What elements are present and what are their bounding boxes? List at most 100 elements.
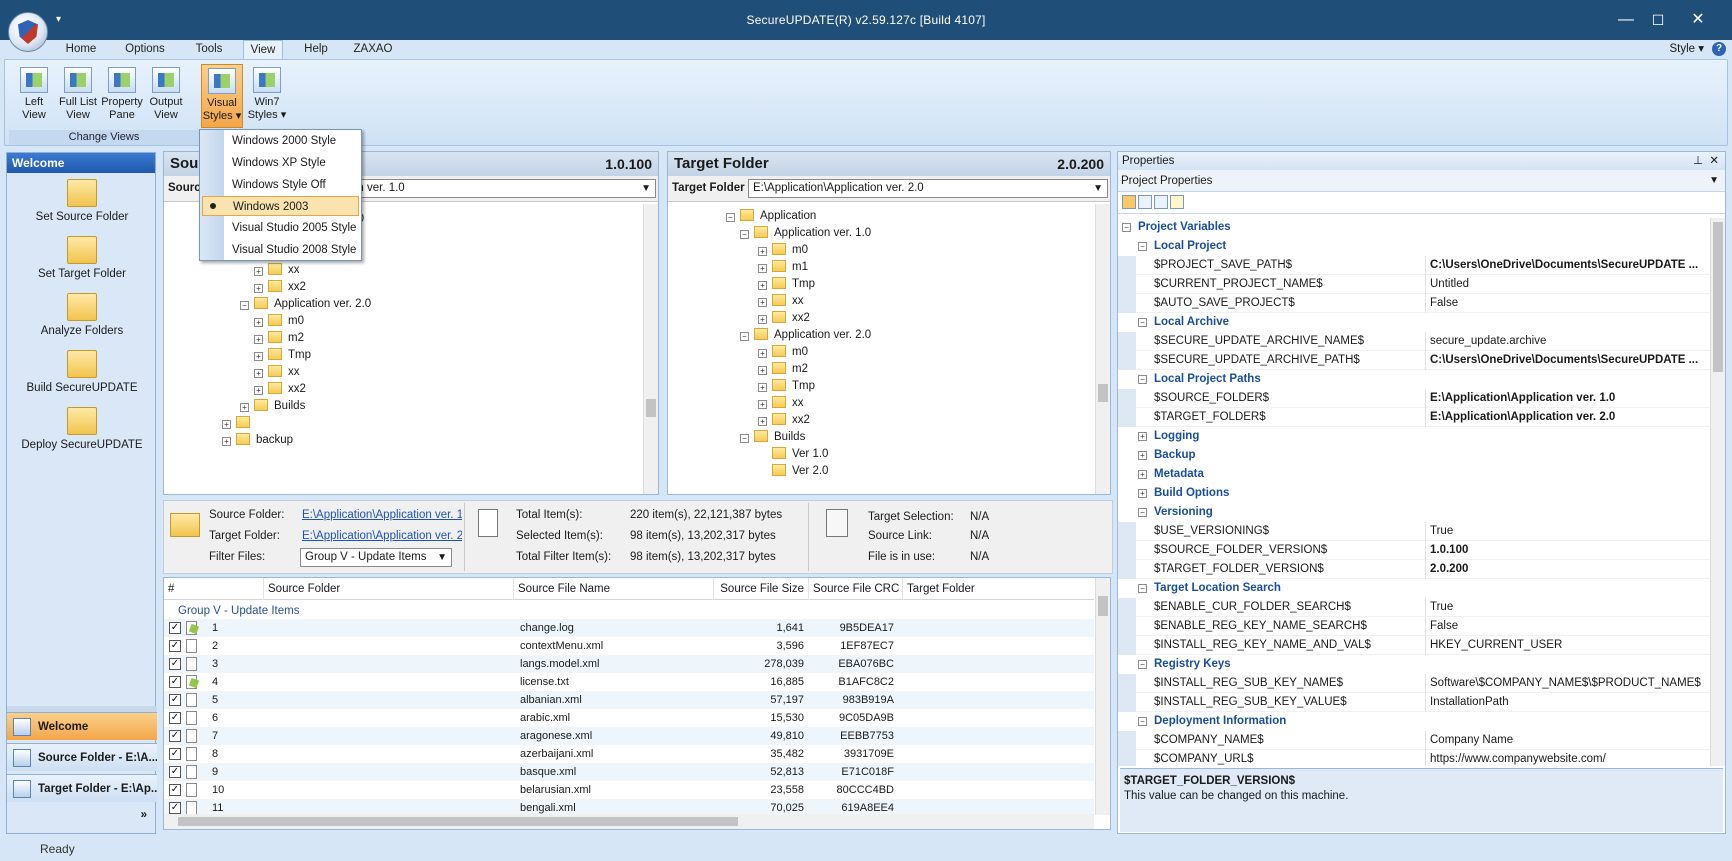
output-view-button[interactable]: Output View [145, 64, 187, 128]
full-list-view-button[interactable]: Full List View [57, 64, 99, 128]
target-folder-combo[interactable]: E:\Application\Application ver. 2.0 ▼ [748, 179, 1108, 198]
menu-item-style-off[interactable]: Windows Style Off [202, 175, 359, 195]
scroll-thumb[interactable] [178, 817, 738, 826]
menu-item-winxp[interactable]: Windows XP Style [202, 153, 359, 173]
expand-icon[interactable]: + [222, 420, 231, 429]
property-category[interactable]: − Local Archive [1118, 313, 1712, 332]
expand-icon[interactable]: + [758, 247, 767, 256]
tree-node[interactable]: + m0 [254, 313, 304, 329]
deploy-secureupdate-task[interactable]: Deploy SecureUPDATE [7, 407, 157, 451]
row-checkbox[interactable]: ✓ [169, 676, 181, 688]
object-selector[interactable]: Project Properties ▼ [1118, 170, 1725, 192]
expand-icon[interactable]: + [254, 335, 263, 344]
collapse-icon[interactable]: − [740, 230, 749, 239]
group-row-label[interactable]: Group V - Update Items [178, 605, 299, 617]
grid-hscroll[interactable] [164, 814, 1094, 829]
table-row[interactable]: ✓ 7 aragonese.xml 49,810 EEBB7753 [164, 727, 1094, 745]
collapse-icon[interactable]: − [740, 332, 749, 341]
menu-item-win2000[interactable]: Windows 2000 Style [202, 131, 359, 151]
expand-icon[interactable]: + [758, 315, 767, 324]
tree-node[interactable]: Ver 1.0 [758, 446, 828, 462]
tab-options[interactable]: Options [118, 40, 172, 59]
collapse-icon[interactable]: − [1138, 584, 1147, 593]
property-row[interactable]: $SECURE_UPDATE_ARCHIVE_PATH$ C:\Users\One… [1118, 351, 1712, 370]
menu-item-vs2008[interactable]: Visual Studio 2008 Style [202, 240, 359, 260]
row-checkbox[interactable]: ✓ [169, 622, 181, 634]
expand-icon[interactable]: + [1138, 451, 1147, 460]
property-scrollbar[interactable] [1710, 218, 1725, 766]
visual-styles-button[interactable]: Visual Styles ▾ [201, 64, 243, 128]
table-row[interactable]: ✓ 3 langs.model.xml 278,039 EBA076BC [164, 655, 1094, 673]
row-checkbox[interactable]: ✓ [169, 658, 181, 670]
more-buttons-chevron-icon[interactable]: » [141, 809, 147, 821]
row-checkbox[interactable]: ✓ [169, 640, 181, 652]
tree-node[interactable]: + xx2 [254, 381, 306, 397]
col-target-folder[interactable]: Target Folder [903, 578, 1094, 600]
expand-icon[interactable]: + [254, 369, 263, 378]
expand-icon[interactable]: + [240, 403, 249, 412]
col-number[interactable]: # [164, 578, 264, 600]
property-row[interactable]: $ENABLE_REG_KEY_NAME_SEARCH$ False [1118, 617, 1712, 636]
expand-icon[interactable]: + [758, 383, 767, 392]
collapse-icon[interactable]: − [1138, 717, 1147, 726]
tree-node[interactable]: + xx [254, 364, 300, 380]
win7-styles-button[interactable]: Win7 Styles ▾ [246, 64, 288, 128]
pin-icon[interactable]: ⊥ [1693, 152, 1703, 170]
property-value[interactable]: https://www.companywebsite.com/ [1425, 750, 1712, 766]
tree-node[interactable]: + xx [758, 395, 804, 411]
table-row[interactable]: ✓ 5 albanian.xml 57,197 983B919A [164, 691, 1094, 709]
expand-icon[interactable]: + [758, 264, 767, 273]
property-category[interactable]: − Deployment Information [1118, 712, 1712, 731]
property-category[interactable]: − Target Location Search [1118, 579, 1712, 598]
property-row[interactable]: $AUTO_SAVE_PROJECT$ False [1118, 294, 1712, 313]
events-icon[interactable] [1170, 195, 1184, 209]
set-target-folder-task[interactable]: Set Target Folder [7, 236, 157, 280]
filter-files-combo[interactable]: Group V - Update Items ▼ [300, 548, 452, 567]
property-value[interactable]: InstallationPath [1425, 693, 1712, 712]
col-source-file-size[interactable]: Source File Size [714, 578, 809, 600]
nav-target-folder[interactable]: Target Folder - E:\Ap... [7, 774, 157, 802]
expand-icon[interactable]: + [254, 318, 263, 327]
tree-node[interactable]: Ver 2.0 [758, 463, 828, 479]
expand-icon[interactable]: + [758, 417, 767, 426]
property-row[interactable]: $TARGET_FOLDER_VERSION$ 2.0.200 [1118, 560, 1712, 579]
expand-icon[interactable]: + [758, 349, 767, 358]
table-row[interactable]: ✓ 1 change.log 1,641 9B5DEA17 [164, 619, 1094, 637]
menu-item-win2003[interactable]: Windows 2003 [202, 196, 359, 216]
nav-source-folder[interactable]: Source Folder - E:\A... [7, 743, 157, 771]
property-value[interactable]: False [1425, 617, 1712, 636]
tree-node[interactable]: + xx [254, 262, 300, 278]
tree-node[interactable]: + xx2 [758, 412, 810, 428]
tab-help[interactable]: Help [298, 40, 334, 59]
row-checkbox[interactable]: ✓ [169, 766, 181, 778]
tree-node[interactable]: + Tmp [758, 276, 815, 292]
collapse-icon[interactable]: − [1138, 242, 1147, 251]
tree-node[interactable]: + m0 [758, 344, 808, 360]
tree-node[interactable]: − Application ver. 1.0 [740, 225, 871, 241]
property-pane-button[interactable]: Property Pane [101, 64, 143, 128]
app-logo-button[interactable] [8, 12, 48, 52]
tree-node[interactable]: + Tmp [758, 378, 815, 394]
expand-icon[interactable]: + [758, 298, 767, 307]
scroll-thumb[interactable] [1098, 384, 1108, 402]
property-value[interactable]: 1.0.100 [1425, 541, 1712, 560]
property-value[interactable]: secure_update.archive [1425, 332, 1712, 351]
property-row[interactable]: $INSTALL_REG_SUB_KEY_NAME$ Software\$COMP… [1118, 674, 1712, 693]
build-secureupdate-task[interactable]: Build SecureUPDATE [7, 350, 157, 394]
collapse-icon[interactable]: − [1138, 660, 1147, 669]
expand-icon[interactable]: + [758, 366, 767, 375]
property-category[interactable]: − Local Project [1118, 237, 1712, 256]
categorized-icon[interactable] [1122, 195, 1136, 209]
property-row[interactable]: $INSTALL_REG_SUB_KEY_VALUE$ InstallationP… [1118, 693, 1712, 712]
table-row[interactable]: ✓ 10 belarusian.xml 23,558 80CCC4BD [164, 781, 1094, 799]
source-folder-link[interactable]: E:\Application\Application ver. 1.0 [302, 509, 462, 521]
property-row[interactable]: $TARGET_FOLDER$ E:\Application\Applicatio… [1118, 408, 1712, 427]
expand-icon[interactable]: + [222, 437, 231, 446]
property-row[interactable]: $SECURE_UPDATE_ARCHIVE_NAME$ secure_updat… [1118, 332, 1712, 351]
target-folder-link[interactable]: E:\Application\Application ver. 2.0 [302, 530, 462, 542]
tree-node[interactable]: − Builds [740, 429, 805, 445]
tree-node[interactable]: + Tmp [254, 347, 311, 363]
col-source-folder[interactable]: Source Folder [264, 578, 514, 600]
scroll-thumb[interactable] [1098, 596, 1108, 616]
table-row[interactable]: ✓ 2 contextMenu.xml 3,596 1EF87EC7 [164, 637, 1094, 655]
